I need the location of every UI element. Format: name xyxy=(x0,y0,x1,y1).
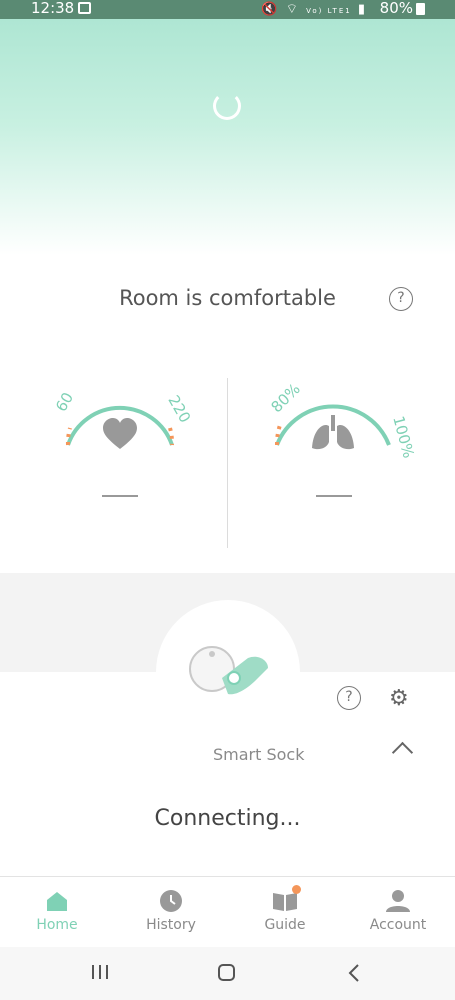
bottom-navigation: Home History Guide Account xyxy=(0,876,455,947)
network-label: Vo) LTE1 xyxy=(306,7,352,15)
nav-history[interactable]: History xyxy=(114,877,228,948)
status-time: 12:38 xyxy=(31,0,75,17)
nav-account-label: Account xyxy=(369,917,427,933)
device-name: Smart Sock xyxy=(213,745,305,764)
lungs-icon xyxy=(312,415,354,450)
heart-rate-value xyxy=(102,495,138,497)
nav-account[interactable]: Account xyxy=(341,877,455,948)
smart-sock-image xyxy=(189,646,268,695)
gauge-divider xyxy=(227,378,228,548)
recent-apps-icon[interactable] xyxy=(90,964,110,980)
clock-icon xyxy=(160,890,182,912)
status-signal-icons: 🔇 ⌔ Vo) LTE1 ▮ xyxy=(261,1,367,17)
battery-icon xyxy=(416,3,425,15)
heart-rate-gauge xyxy=(65,405,175,449)
guide-notification-dot xyxy=(292,885,301,894)
signal-icon: ▮ xyxy=(357,2,367,17)
home-button-icon[interactable] xyxy=(217,963,237,983)
settings-gear-icon[interactable]: ⚙ xyxy=(389,686,409,711)
nav-home-label: Home xyxy=(36,917,78,933)
room-help-icon[interactable]: ? xyxy=(389,287,413,311)
back-icon[interactable] xyxy=(347,963,361,983)
nav-guide-label: Guide xyxy=(264,917,306,933)
wifi-icon: ⌔ xyxy=(285,2,300,17)
person-icon xyxy=(386,890,410,912)
oxygen-value xyxy=(316,495,352,497)
system-navigation-bar xyxy=(0,947,455,1000)
nav-guide[interactable]: Guide xyxy=(228,877,342,948)
hero-banner xyxy=(0,19,455,255)
connection-status: Connecting... xyxy=(154,806,301,831)
mute-icon: 🔇 xyxy=(261,2,280,17)
loading-spinner-icon xyxy=(213,92,241,120)
battery-percent: 80% xyxy=(379,0,413,17)
status-bar: 12:38 🔇 ⌔ Vo) LTE1 ▮ 80% xyxy=(0,0,455,19)
heart-icon xyxy=(103,418,137,449)
room-status-text: Room is comfortable xyxy=(119,286,336,310)
nav-home[interactable]: Home xyxy=(0,877,114,948)
device-help-icon[interactable]: ? xyxy=(337,686,361,710)
gallery-icon xyxy=(78,2,91,14)
nav-history-label: History xyxy=(146,917,196,933)
home-icon xyxy=(47,892,67,911)
